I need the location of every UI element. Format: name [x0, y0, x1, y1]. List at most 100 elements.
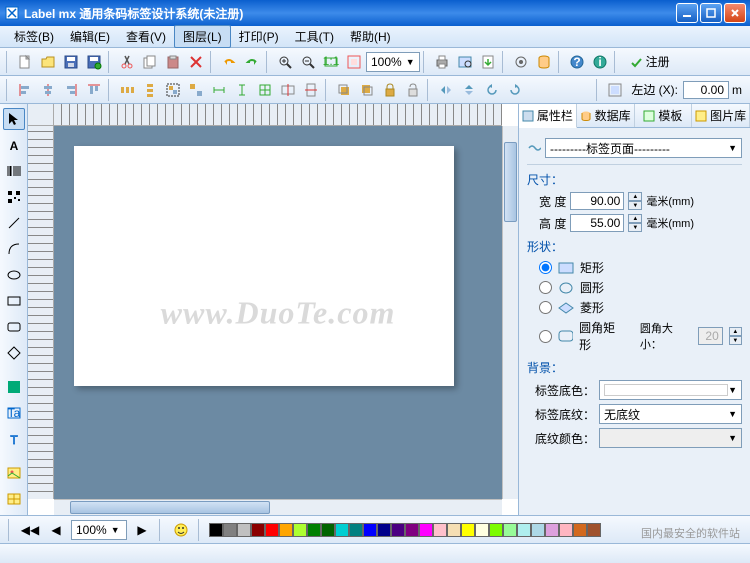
color-swatch[interactable] — [321, 523, 335, 537]
ruler-vertical[interactable] — [28, 126, 54, 499]
delete-button[interactable] — [185, 51, 207, 73]
menu-view[interactable]: 查看(V) — [118, 26, 174, 47]
settings-button[interactable] — [510, 51, 532, 73]
color-swatch[interactable] — [223, 523, 237, 537]
color-swatch[interactable] — [573, 523, 587, 537]
color-swatch[interactable] — [587, 523, 601, 537]
text-tool[interactable]: A — [3, 134, 25, 156]
close-button[interactable] — [724, 3, 746, 23]
diamond-tool[interactable] — [3, 342, 25, 364]
color-swatch[interactable] — [517, 523, 531, 537]
menu-tool[interactable]: 工具(T) — [287, 26, 342, 47]
color-swatch[interactable] — [307, 523, 321, 537]
zoomin-button[interactable] — [274, 51, 296, 73]
new-button[interactable] — [14, 51, 36, 73]
color-swatch[interactable] — [391, 523, 405, 537]
group-icon[interactable] — [162, 79, 184, 101]
rotate-left-icon[interactable] — [481, 79, 503, 101]
color-swatch[interactable] — [433, 523, 447, 537]
zoom-combo[interactable]: 100%▼ — [366, 52, 420, 72]
line-tool[interactable] — [3, 212, 25, 234]
ellipse-tool[interactable] — [3, 264, 25, 286]
width-spinner[interactable]: ▲▼ — [628, 192, 642, 210]
distribute-v-icon[interactable] — [139, 79, 161, 101]
distribute-h-icon[interactable] — [116, 79, 138, 101]
color-swatch[interactable] — [349, 523, 363, 537]
color-swatch[interactable] — [419, 523, 433, 537]
bring-front-icon[interactable] — [333, 79, 355, 101]
color-swatch[interactable] — [209, 523, 223, 537]
save-button[interactable] — [60, 51, 82, 73]
align-center-h-icon[interactable] — [37, 79, 59, 101]
menu-print[interactable]: 打印(P) — [231, 26, 287, 47]
menu-help[interactable]: 帮助(H) — [342, 26, 399, 47]
paste-button[interactable] — [162, 51, 184, 73]
curve-tool[interactable] — [3, 238, 25, 260]
db-button[interactable] — [533, 51, 555, 73]
align-left-icon[interactable] — [14, 79, 36, 101]
zoom100-button[interactable]: 1:1 — [320, 51, 342, 73]
fill-color-tool[interactable] — [3, 376, 25, 398]
nav-first-icon[interactable]: ◀◀ — [19, 519, 41, 541]
left-margin-value[interactable]: 0.00 — [683, 81, 729, 99]
color-swatch[interactable] — [335, 523, 349, 537]
help-button[interactable]: ? — [566, 51, 588, 73]
undo-button[interactable] — [218, 51, 240, 73]
tab-properties[interactable]: 属性栏 — [519, 104, 577, 128]
bg-color-select[interactable]: ▼ — [599, 380, 742, 400]
status-zoom-combo[interactable]: 100%▼ — [71, 520, 127, 540]
color-swatch[interactable] — [447, 523, 461, 537]
page-selector[interactable]: ---------标签页面---------▼ — [545, 138, 742, 158]
color-swatch[interactable] — [461, 523, 475, 537]
minimize-button[interactable] — [676, 3, 698, 23]
image-tool[interactable] — [3, 462, 25, 484]
barcode-tool[interactable] — [3, 160, 25, 182]
color-swatch[interactable] — [503, 523, 517, 537]
scrollbar-vertical[interactable] — [502, 126, 518, 499]
text-outline-tool[interactable]: T — [3, 428, 25, 450]
center-h-page-icon[interactable] — [277, 79, 299, 101]
ungroup-icon[interactable] — [185, 79, 207, 101]
export-button[interactable] — [477, 51, 499, 73]
menu-layer[interactable]: 图层(L) — [174, 25, 231, 48]
lock-icon[interactable] — [379, 79, 401, 101]
color-swatch[interactable] — [293, 523, 307, 537]
tab-images[interactable]: 图片库 — [692, 104, 750, 127]
margin-grid-icon[interactable] — [604, 79, 626, 101]
color-swatch[interactable] — [559, 523, 573, 537]
tab-template[interactable]: 模板 — [635, 104, 693, 127]
flip-v-icon[interactable] — [458, 79, 480, 101]
roundrect-tool[interactable] — [3, 316, 25, 338]
scrollbar-horizontal[interactable] — [54, 499, 502, 515]
text-frame-tool[interactable]: Ta — [3, 402, 25, 424]
shape-roundrect-radio[interactable] — [539, 330, 552, 343]
print-button[interactable] — [431, 51, 453, 73]
unlock-icon[interactable] — [402, 79, 424, 101]
color-swatch[interactable] — [531, 523, 545, 537]
label-page[interactable] — [74, 146, 454, 386]
flip-h-icon[interactable] — [435, 79, 457, 101]
nav-prev-icon[interactable]: ◀ — [45, 519, 67, 541]
color-swatch[interactable] — [237, 523, 251, 537]
color-swatch[interactable] — [265, 523, 279, 537]
rect-tool[interactable] — [3, 290, 25, 312]
menu-edit[interactable]: 编辑(E) — [62, 26, 118, 47]
same-size-icon[interactable] — [254, 79, 276, 101]
zoomout-button[interactable] — [297, 51, 319, 73]
height-spinner[interactable]: ▲▼ — [628, 214, 642, 232]
table-tool[interactable] — [3, 488, 25, 510]
qrcode-tool[interactable] — [3, 186, 25, 208]
color-swatch[interactable] — [475, 523, 489, 537]
zoomfit-button[interactable] — [343, 51, 365, 73]
about-button[interactable]: i — [589, 51, 611, 73]
canvas-viewport[interactable]: www.DuoTe.com — [54, 126, 502, 499]
bg-pattern-select[interactable]: 无底纹▼ — [599, 404, 742, 424]
shape-diamond-radio[interactable] — [539, 301, 552, 314]
copy-button[interactable] — [139, 51, 161, 73]
rotate-right-icon[interactable] — [504, 79, 526, 101]
color-swatch[interactable] — [545, 523, 559, 537]
height-input[interactable]: 55.00 — [570, 214, 624, 232]
align-top-icon[interactable] — [83, 79, 105, 101]
shape-rect-radio[interactable] — [539, 261, 552, 274]
color-swatch[interactable] — [377, 523, 391, 537]
